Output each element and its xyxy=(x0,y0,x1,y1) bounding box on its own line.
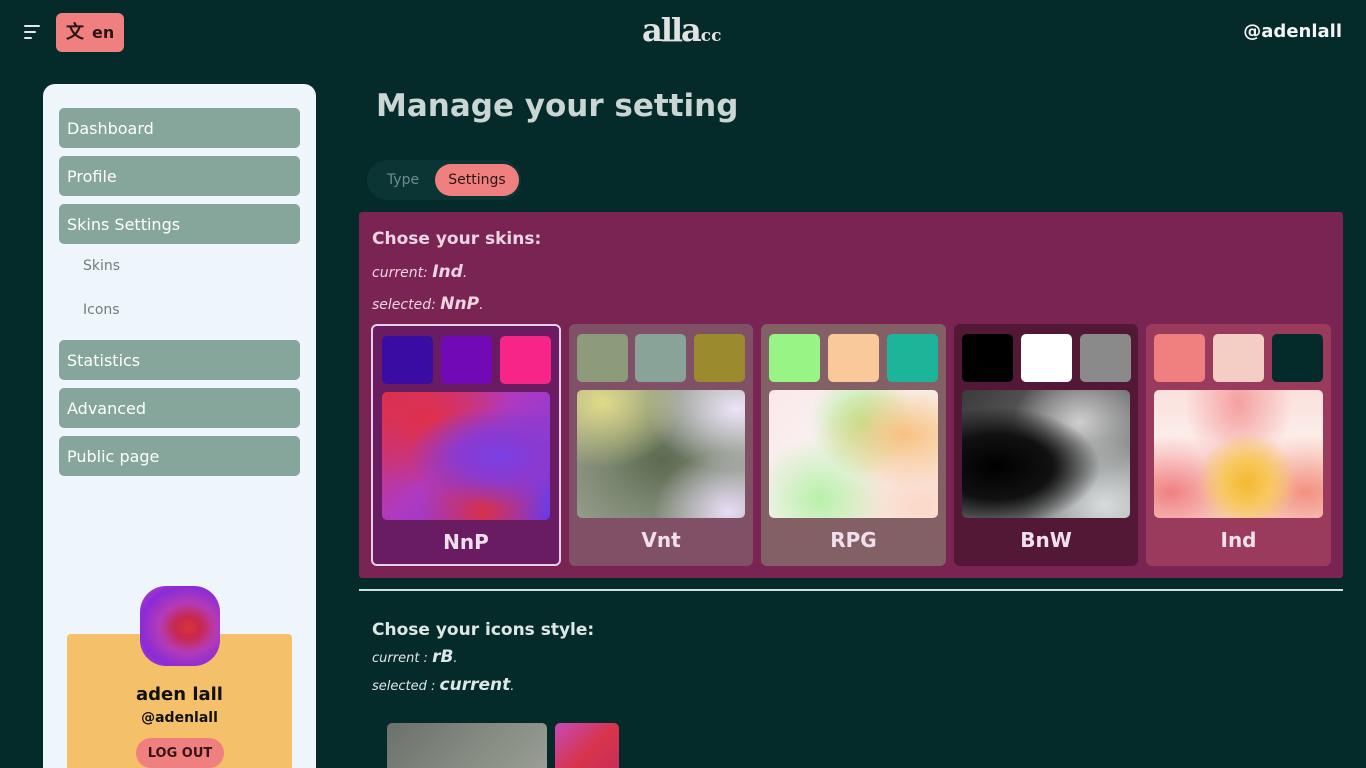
skin-card-nnp[interactable]: NnP xyxy=(371,324,561,566)
skin-card-bnw[interactable]: BnW xyxy=(954,324,1138,566)
skins-selected-line: selected: NnP. xyxy=(372,294,484,314)
skin-color-swatch xyxy=(694,334,745,382)
page-title: Manage your setting xyxy=(376,88,739,124)
skin-color-swatch xyxy=(887,334,938,382)
logo[interactable]: alla cc xyxy=(642,12,721,48)
language-button[interactable]: 文 en xyxy=(56,13,124,52)
skin-label: Ind xyxy=(1220,528,1257,552)
skin-preview xyxy=(577,390,745,518)
skin-color-swatch xyxy=(382,336,433,384)
skins-selected-value: NnP xyxy=(440,294,480,314)
profile-handle: @adenlall xyxy=(141,710,218,726)
sidebar-item-public-page[interactable]: Public page xyxy=(59,436,300,476)
skin-color-swatch xyxy=(769,334,820,382)
skin-color-swatch xyxy=(1021,334,1072,382)
icons-heading: Chose your icons style: xyxy=(372,620,595,640)
skin-preview xyxy=(769,390,938,518)
skin-color-swatch xyxy=(1154,334,1205,382)
sidebar-subitem-skins[interactable]: Skins xyxy=(83,258,120,274)
sidebar: Dashboard Profile Skins Settings Skins I… xyxy=(43,84,316,768)
sidebar-item-statistics[interactable]: Statistics xyxy=(59,340,300,380)
skin-color-swatch xyxy=(441,336,492,384)
skin-color-swatch xyxy=(1080,334,1131,382)
skins-panel: Chose your skins: current: Ind. selected… xyxy=(359,212,1343,578)
skins-current-value: Ind xyxy=(432,262,463,282)
skin-label: Vnt xyxy=(641,528,681,552)
skin-color-swatch xyxy=(500,336,551,384)
skin-card-ind[interactable]: Ind xyxy=(1146,324,1331,566)
skin-color-swatch xyxy=(1272,334,1323,382)
translate-icon: 文 xyxy=(66,21,84,43)
skin-label: NnP xyxy=(443,530,489,554)
logout-button[interactable]: LOG OUT xyxy=(136,738,224,768)
language-label: en xyxy=(92,23,115,42)
skin-card-rpg[interactable]: RPG xyxy=(761,324,946,566)
icons-current-line: current : rB. xyxy=(372,647,458,667)
icons-selected-value: current xyxy=(439,675,511,695)
avatar xyxy=(140,586,220,666)
sidebar-subitem-icons[interactable]: Icons xyxy=(83,302,120,318)
sidebar-item-dashboard[interactable]: Dashboard xyxy=(59,108,300,148)
profile-name: aden lall xyxy=(136,684,223,705)
skins-current-line: current: Ind. xyxy=(372,262,468,282)
skin-color-swatch xyxy=(635,334,686,382)
skin-label: BnW xyxy=(1020,528,1072,552)
tab-switcher: Type Settings xyxy=(367,160,521,200)
icon-style-option[interactable] xyxy=(555,723,619,768)
skin-color-swatch xyxy=(828,334,879,382)
skin-preview xyxy=(1154,390,1323,518)
header-username[interactable]: @adenlall xyxy=(1243,21,1342,42)
sidebar-item-skins-settings[interactable]: Skins Settings xyxy=(59,204,300,244)
section-divider xyxy=(359,589,1343,591)
tab-type[interactable]: Type xyxy=(373,164,433,196)
sidebar-item-advanced[interactable]: Advanced xyxy=(59,388,300,428)
skin-label: RPG xyxy=(830,528,877,552)
icon-style-option[interactable] xyxy=(387,723,547,768)
skin-color-swatch xyxy=(962,334,1013,382)
tab-settings[interactable]: Settings xyxy=(435,164,519,196)
skin-preview xyxy=(382,392,550,520)
skin-color-swatch xyxy=(577,334,628,382)
skins-heading: Chose your skins: xyxy=(372,229,542,249)
skin-card-vnt[interactable]: Vnt xyxy=(569,324,753,566)
sidebar-item-profile[interactable]: Profile xyxy=(59,156,300,196)
icons-current-value: rB xyxy=(432,647,454,667)
skin-preview xyxy=(962,390,1130,518)
skin-color-swatch xyxy=(1213,334,1264,382)
icons-selected-line: selected : current. xyxy=(372,675,515,695)
hamburger-menu-icon[interactable] xyxy=(24,25,40,39)
